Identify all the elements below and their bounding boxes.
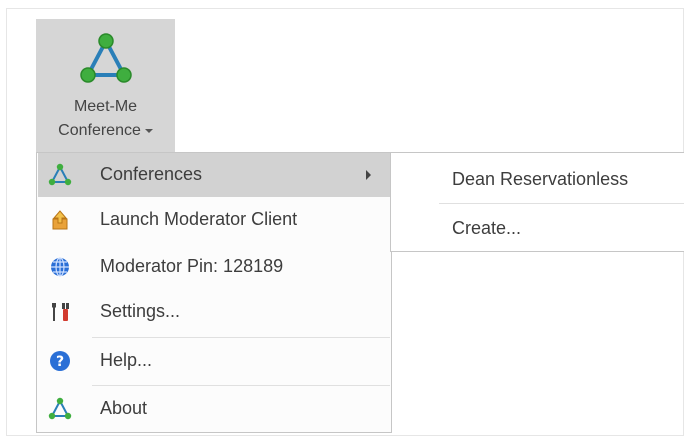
triangle-network-icon xyxy=(48,397,72,420)
dropdown-menu: Conferences Launch Moderator Client Mode… xyxy=(36,152,392,433)
triangle-network-icon xyxy=(48,163,72,186)
menu-item-label: Help... xyxy=(100,350,153,370)
submenu-arrow-icon xyxy=(366,170,371,180)
globe-icon xyxy=(51,257,69,277)
menu-item-label: About xyxy=(100,398,148,418)
menu-item-label: Conferences xyxy=(100,164,203,184)
help-icon: ? xyxy=(50,351,70,371)
menu-item-label: Moderator Pin: 128189 xyxy=(100,256,284,276)
menu-item-moderator-pin[interactable]: Moderator Pin: 128189 xyxy=(38,245,390,289)
submenu-item-create[interactable]: Create... xyxy=(392,205,684,249)
menu-item-conferences[interactable]: Conferences xyxy=(38,153,390,197)
menu-separator xyxy=(92,385,390,386)
dropdown-caret-icon xyxy=(144,128,153,133)
submenu-item-label: Dean Reservationless xyxy=(452,169,629,189)
menu-separator xyxy=(92,337,390,338)
meet-me-conference-button[interactable]: Meet-Me Conference xyxy=(36,19,175,152)
conferences-submenu: Dean Reservationless Create... xyxy=(390,152,684,252)
triangle-network-icon xyxy=(80,33,132,83)
menu-item-about[interactable]: About xyxy=(38,387,390,431)
submenu-separator xyxy=(439,203,684,204)
menu-item-help[interactable]: ? Help... xyxy=(38,339,390,383)
submenu-item-dean-reservationless[interactable]: Dean Reservationless xyxy=(392,156,684,200)
ribbon-button-label-line1: Meet-Me xyxy=(73,98,138,115)
menu-item-launch-moderator-client[interactable]: Launch Moderator Client xyxy=(38,198,390,242)
submenu-item-label: Create... xyxy=(452,218,522,238)
ribbon-button-label-line2: Conference xyxy=(36,122,175,140)
menu-item-settings[interactable]: Settings... xyxy=(38,290,390,334)
svg-text:?: ? xyxy=(56,354,64,370)
menu-item-label: Settings... xyxy=(100,301,181,321)
launch-upload-icon xyxy=(52,210,68,230)
tools-icon xyxy=(52,303,69,321)
menu-item-label: Launch Moderator Client xyxy=(100,209,298,229)
